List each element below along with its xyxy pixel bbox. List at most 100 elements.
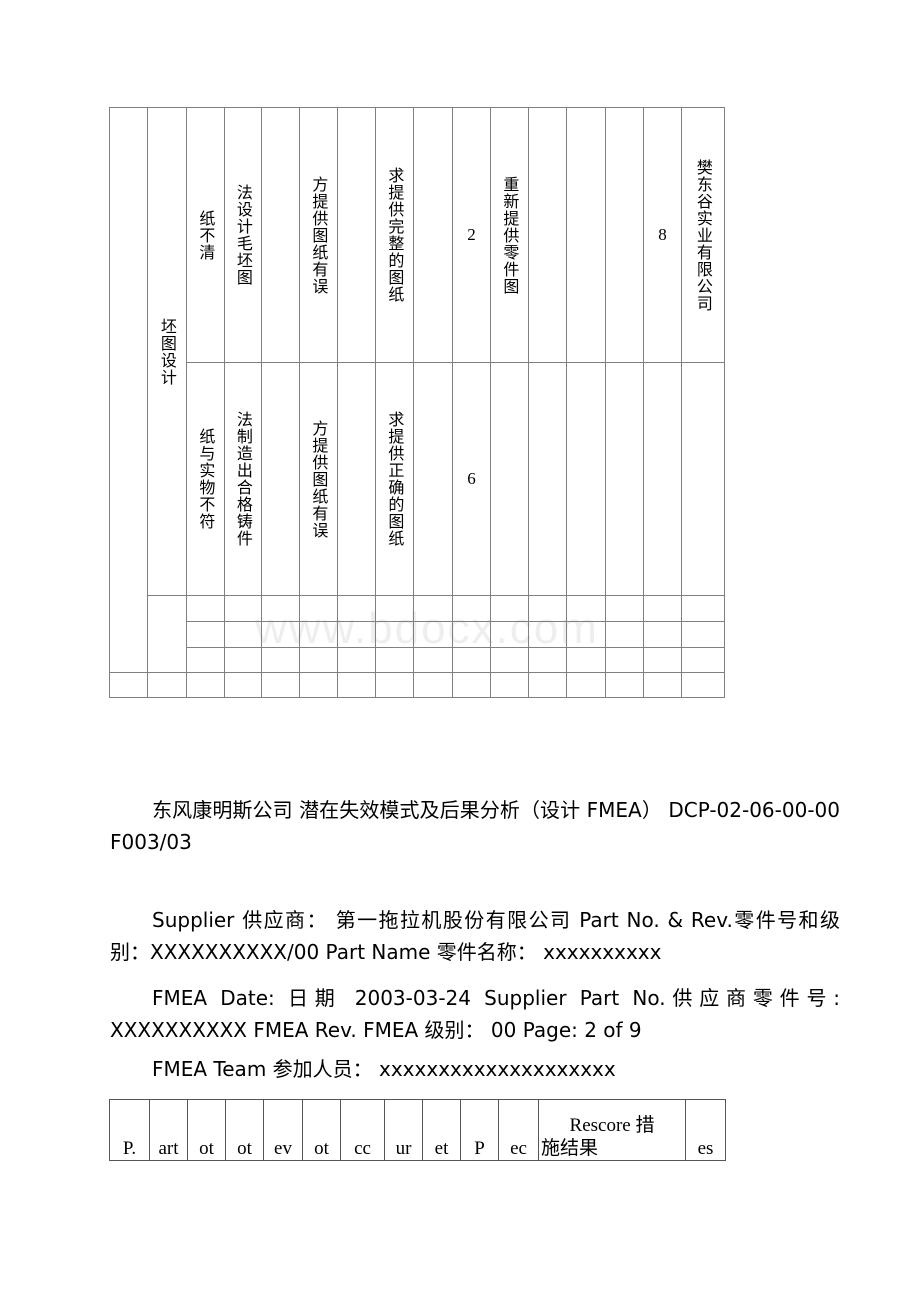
cell-empty: [261, 595, 300, 622]
table-row: 纸与实物不符 法制造出合格铸件 方提供图纸有误 求提供正确的图纸 6: [110, 362, 725, 596]
cell-blank-3: [413, 107, 453, 363]
supplier-info-paragraph: Supplier 供应商： 第一拖拉机股份有限公司 Part No. & Rev…: [110, 905, 840, 969]
header-cell-ot-3: ot: [302, 1099, 341, 1161]
cell-failure-mode-text: 纸与实物不符: [196, 428, 216, 530]
cell-blank-5: [566, 362, 606, 596]
header-cell-cc: cc: [340, 1099, 385, 1161]
cell-rpn: 8: [643, 107, 682, 363]
fmea-bottom-table: P. art ot ot ev ot cc ur et P ec Rescore…: [109, 1099, 726, 1161]
cell-empty: [413, 672, 453, 698]
cell-current-control-text: 求提供完整的图纸: [385, 167, 405, 303]
cell-empty: [375, 595, 414, 622]
header-rescore-line1: Rescore 措: [569, 1114, 655, 1136]
cell-empty: [186, 672, 225, 698]
fmea-date-paragraph: FMEA Date: 日期 2003-03-24 Supplier Part N…: [110, 983, 840, 1047]
cell-empty: [299, 621, 338, 648]
fmea-team-paragraph: FMEA Team 参加人员： xxxxxxxxxxxxxxxxxxxx: [110, 1054, 840, 1086]
table-row: [110, 621, 725, 648]
cell-blank-6: [605, 362, 644, 596]
header-cell-et: et: [422, 1099, 461, 1161]
cell-empty: [528, 647, 567, 673]
cell-empty: [605, 647, 644, 673]
cell-empty: [261, 621, 300, 648]
cell-recommended-action: [490, 362, 529, 596]
cell-empty: [681, 595, 725, 622]
table-header-row: P. art ot ot ev ot cc ur et P ec Rescore…: [109, 1099, 726, 1161]
header-rescore-line2: 施结果: [541, 1136, 599, 1159]
cell-blank-1: [261, 362, 300, 596]
cell-effect-text: 法设计毛坯图: [233, 184, 253, 286]
cell-cause-text: 方提供图纸有误: [309, 419, 329, 539]
header-cell-ev: ev: [263, 1099, 303, 1161]
cell-empty: [299, 672, 338, 698]
fmea-team-text: FMEA Team 参加人员： xxxxxxxxxxxxxxxxxxxx: [152, 1057, 616, 1081]
cell-failure-mode: 纸不清: [186, 107, 225, 363]
cell-empty: [452, 621, 491, 648]
cell-cause: 方提供图纸有误: [299, 107, 338, 363]
cell-empty: [452, 595, 491, 622]
cell-empty: [605, 672, 644, 698]
cell-process-group: 坯图设计: [147, 107, 187, 596]
cell-severity: 2: [452, 107, 491, 363]
cell-responsible-party-text: 樊东谷实业有限公司: [693, 158, 713, 312]
cell-empty: [643, 672, 682, 698]
cell-empty: [566, 672, 606, 698]
cell-empty: [528, 595, 567, 622]
header-cell-rescore: Rescore 措 施结果: [538, 1099, 686, 1161]
table-row: [110, 595, 725, 673]
header-cell-p: P: [460, 1099, 499, 1161]
cell-empty: [528, 672, 567, 698]
cell-empty: [490, 647, 529, 673]
cell-empty: [681, 672, 725, 698]
cell-empty: [299, 595, 338, 622]
cell-col1-spacer: [109, 107, 148, 673]
cell-empty: [643, 647, 682, 673]
cell-effect: 法设计毛坯图: [224, 107, 262, 363]
cell-empty: [375, 672, 414, 698]
cell-empty: [643, 595, 682, 622]
cell-empty: [490, 595, 529, 622]
cell-empty: [605, 621, 644, 648]
cell-empty: [413, 595, 453, 622]
cell-responsible-party: [681, 362, 725, 596]
fmea-top-table: 坯图设计 纸不清 法设计毛坯图 方提供图纸有误 求提供完整的图纸 2 重新提供零…: [109, 107, 725, 698]
cell-blank-1: [261, 107, 300, 363]
cell-severity: 6: [452, 362, 491, 596]
table-row: [110, 647, 725, 673]
cell-process-text: 坯图设计: [157, 317, 177, 386]
cell-empty: [452, 647, 491, 673]
cell-empty: [186, 621, 225, 648]
cell-recommended-action: 重新提供零件图: [490, 107, 529, 363]
cell-empty: [261, 647, 300, 673]
cell-rpn: [643, 362, 682, 596]
fmea-top-table-container: 坯图设计 纸不清 法设计毛坯图 方提供图纸有误 求提供完整的图纸 2 重新提供零…: [109, 107, 725, 698]
fmea-bottom-table-container: P. art ot ot ev ot cc ur et P ec Rescore…: [109, 1099, 726, 1161]
cell-empty: [681, 647, 725, 673]
cell-empty: [375, 621, 414, 648]
cell-blank-3: [413, 362, 453, 596]
cell-recommended-action-text: 重新提供零件图: [500, 175, 520, 295]
cell-empty: [224, 647, 262, 673]
cell-empty: [337, 672, 376, 698]
cell-blank-5: [566, 107, 606, 363]
cell-process-group-spacer: [147, 595, 187, 673]
header-cell-ot-1: ot: [187, 1099, 226, 1161]
cell-empty: [413, 621, 453, 648]
cell-empty: [681, 621, 725, 648]
cell-empty: [186, 595, 225, 622]
cell-empty: [566, 647, 606, 673]
cell-empty: [375, 647, 414, 673]
cell-blank-4: [528, 362, 567, 596]
cell-failure-mode: 纸与实物不符: [186, 362, 225, 596]
table-row: [109, 672, 725, 698]
cell-empty: [490, 672, 529, 698]
cell-blank-4: [528, 107, 567, 363]
cell-empty: [337, 595, 376, 622]
cell-empty: [566, 595, 606, 622]
cell-empty: [299, 647, 338, 673]
cell-current-control: 求提供正确的图纸: [375, 362, 414, 596]
document-page: www.bdocx.com 坯图设计 纸不清 法设计毛坯图 方提供图纸有误 求提…: [0, 0, 920, 1302]
supplier-info-text: Supplier 供应商： 第一拖拉机股份有限公司 Part No. & Rev…: [110, 908, 840, 964]
cell-empty: [224, 672, 262, 698]
cell-responsible-party: 樊东谷实业有限公司: [681, 107, 725, 363]
